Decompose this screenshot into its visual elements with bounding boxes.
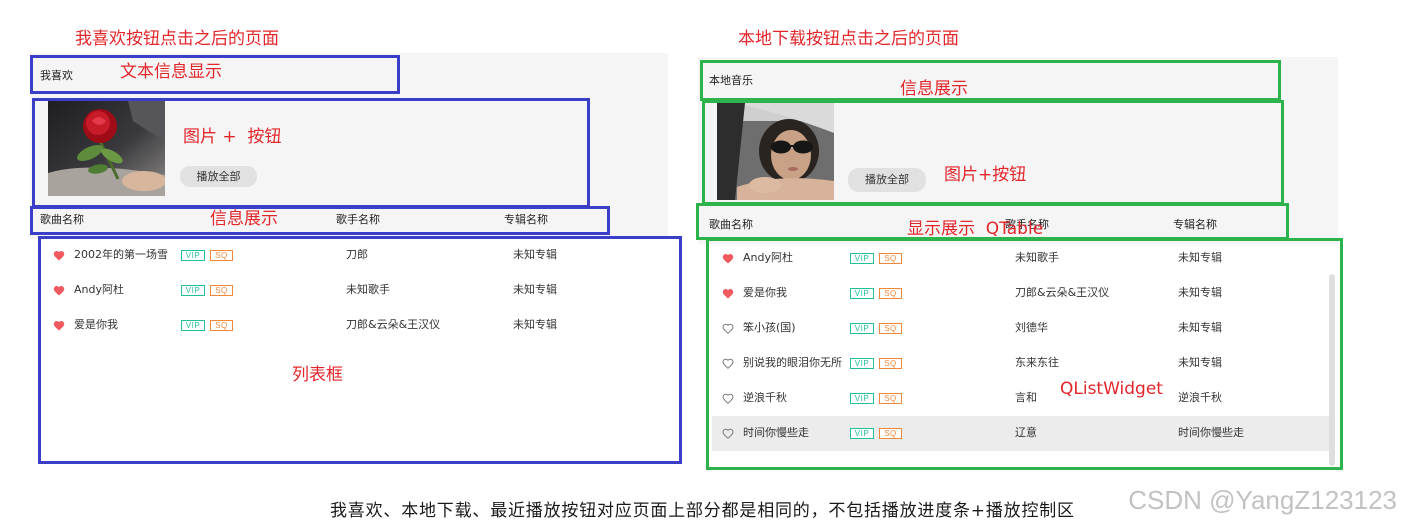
song-row[interactable]: 逆浪千秋 VIP SQ 言和 逆浪千秋 xyxy=(712,381,1329,416)
song-album: 逆浪千秋 xyxy=(1178,391,1222,404)
vip-badge: VIP xyxy=(850,323,874,334)
song-album: 未知专辑 xyxy=(1178,251,1222,264)
song-artist: 刀郎&云朵&王汉仪 xyxy=(1015,286,1110,299)
song-row[interactable]: Andy阿杜 VIP SQ 未知歌手 未知专辑 xyxy=(712,241,1329,276)
right-info-frame xyxy=(700,60,1281,101)
song-artist: 言和 xyxy=(1015,391,1037,404)
song-name: 别说我的眼泪你无所 xyxy=(743,357,842,369)
song-album: 时间你慢些走 xyxy=(1178,426,1244,439)
song-row[interactable]: 2002年的第一场雪 VIP SQ 刀郎 未知专辑 xyxy=(40,238,678,273)
vip-badge: VIP xyxy=(850,253,874,264)
sq-badge: SQ xyxy=(210,250,233,261)
sq-badge: SQ xyxy=(879,253,902,264)
song-row[interactable]: 别说我的眼泪你无所 VIP SQ 东来东往 未知专辑 xyxy=(712,346,1329,381)
song-artist: 辽意 xyxy=(1015,426,1037,439)
left-header-album: 专辑名称 xyxy=(504,213,548,226)
song-row[interactable]: Andy阿杜 VIP SQ 未知歌手 未知专辑 xyxy=(40,273,678,308)
song-name: Andy阿杜 xyxy=(74,284,124,296)
sq-badge: SQ xyxy=(210,285,233,296)
vip-badge: VIP xyxy=(850,393,874,404)
song-artist: 刀郎&云朵&王汉仪 xyxy=(346,318,441,331)
left-annotation-text-info: 文本信息显示 xyxy=(120,62,222,82)
song-name: 2002年的第一场雪 xyxy=(74,249,168,261)
right-annotation-title: 本地下载按钮点击之后的页面 xyxy=(738,29,959,49)
vip-badge: VIP xyxy=(850,358,874,369)
heart-icon[interactable] xyxy=(722,393,734,404)
left-play-all-button[interactable]: 播放全部 xyxy=(180,166,257,187)
song-album: 未知专辑 xyxy=(1178,286,1222,299)
left-annotation-list-box: 列表框 xyxy=(292,365,343,385)
vip-badge: VIP xyxy=(181,320,205,331)
left-header-song: 歌曲名称 xyxy=(40,213,84,226)
watermark: CSDN @YangZ123123 xyxy=(1128,485,1397,515)
song-row[interactable]: 时间你慢些走 VIP SQ 辽意 时间你慢些走 xyxy=(712,416,1329,451)
vip-badge: VIP xyxy=(850,428,874,439)
song-name: 笨小孩(国) xyxy=(743,322,796,334)
sq-badge: SQ xyxy=(210,320,233,331)
vip-badge: VIP xyxy=(850,288,874,299)
left-annotation-info-display: 信息展示 xyxy=(210,209,278,229)
song-artist: 未知歌手 xyxy=(1015,251,1059,264)
song-album: 未知专辑 xyxy=(1178,321,1222,334)
right-annotation-info-display: 信息展示 xyxy=(900,79,968,99)
song-name: Andy阿杜 xyxy=(743,252,793,264)
sq-badge: SQ xyxy=(879,323,902,334)
right-annotation-list-widget: QListWidget xyxy=(1060,379,1163,399)
list-scrollbar[interactable] xyxy=(1329,274,1335,466)
figure-caption: 我喜欢、本地下载、最近播放按钮对应页面上部分都是相同的，不包括播放进度条+播放控… xyxy=(330,501,1075,521)
right-header-song: 歌曲名称 xyxy=(709,218,753,231)
right-header-album: 专辑名称 xyxy=(1173,218,1217,231)
song-album: 未知专辑 xyxy=(513,248,557,261)
song-album: 未知专辑 xyxy=(513,318,557,331)
cover-image-rose-icon xyxy=(48,101,165,196)
heart-icon[interactable] xyxy=(53,250,65,261)
right-page-title: 本地音乐 xyxy=(709,74,753,87)
song-artist: 未知歌手 xyxy=(346,283,390,296)
left-header-artist: 歌手名称 xyxy=(336,213,380,226)
song-name: 爱是你我 xyxy=(74,319,118,331)
vip-badge: VIP xyxy=(181,250,205,261)
song-album: 未知专辑 xyxy=(513,283,557,296)
sq-badge: SQ xyxy=(879,288,902,299)
song-row[interactable]: 爱是你我 VIP SQ 刀郎&云朵&王汉仪 未知专辑 xyxy=(712,276,1329,311)
left-annotation-title: 我喜欢按钮点击之后的页面 xyxy=(75,29,279,49)
sq-badge: SQ xyxy=(879,428,902,439)
left-annotation-image-button: 图片 + 按钮 xyxy=(183,127,282,147)
vip-badge: VIP xyxy=(181,285,205,296)
song-artist: 东来东往 xyxy=(1015,356,1059,369)
heart-icon[interactable] xyxy=(722,323,734,334)
heart-icon[interactable] xyxy=(722,288,734,299)
song-row[interactable]: 笨小孩(国) VIP SQ 刘德华 未知专辑 xyxy=(712,311,1329,346)
song-name: 时间你慢些走 xyxy=(743,427,809,439)
sq-badge: SQ xyxy=(879,393,902,404)
song-album: 未知专辑 xyxy=(1178,356,1222,369)
song-row[interactable]: 爱是你我 VIP SQ 刀郎&云朵&王汉仪 未知专辑 xyxy=(40,308,678,343)
song-name: 爱是你我 xyxy=(743,287,787,299)
canvas: 我喜欢按钮点击之后的页面 我喜欢 文本信息显示 图片 + 按钮 播放全部 歌曲名… xyxy=(0,0,1402,526)
song-name: 逆浪千秋 xyxy=(743,392,787,404)
heart-icon[interactable] xyxy=(722,428,734,439)
heart-icon[interactable] xyxy=(53,320,65,331)
heart-icon[interactable] xyxy=(722,358,734,369)
sq-badge: SQ xyxy=(879,358,902,369)
song-artist: 刘德华 xyxy=(1015,321,1048,334)
right-annotation-image-button: 图片+按钮 xyxy=(944,165,1027,185)
heart-icon[interactable] xyxy=(53,285,65,296)
song-artist: 刀郎 xyxy=(346,248,368,261)
heart-icon[interactable] xyxy=(722,253,734,264)
left-page-title: 我喜欢 xyxy=(40,69,73,82)
right-annotation-table: 显示展示 QTable xyxy=(907,219,1044,239)
cover-image-portrait-icon xyxy=(717,103,834,200)
right-play-all-button[interactable]: 播放全部 xyxy=(848,168,926,192)
